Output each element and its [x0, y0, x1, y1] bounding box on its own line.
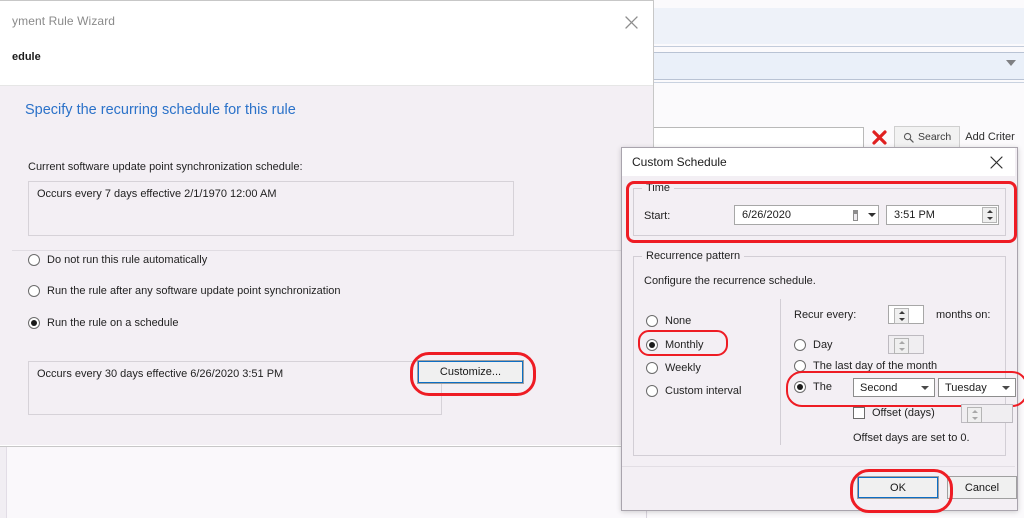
- wizard-title: yment Rule Wizard: [12, 14, 116, 28]
- recurrence-description: Configure the recurrence schedule.: [644, 275, 816, 287]
- radio-icon: [28, 285, 40, 297]
- wizard-body: Specify the recurring schedule for this …: [0, 86, 653, 445]
- radio-icon-selected: [28, 317, 40, 329]
- radio-label: The: [813, 381, 832, 393]
- radio-icon: [646, 362, 658, 374]
- weekday-value: Tuesday: [945, 381, 987, 394]
- start-time-value: 3:51 PM: [894, 209, 935, 221]
- radio-icon: [794, 360, 806, 372]
- radio-do-not-run[interactable]: Do not run this rule automatically: [28, 254, 207, 266]
- wizard-section-divider: [12, 250, 653, 251]
- ok-button-label: OK: [890, 481, 906, 494]
- time-group: Time Start: 6/26/2020 3:51 PM: [633, 182, 1006, 236]
- radio-day-of-month[interactable]: Day: [794, 339, 833, 351]
- close-icon[interactable]: [983, 152, 1009, 172]
- checkbox-icon: [853, 407, 865, 419]
- schedule-summary-box: Occurs every 30 days effective 6/26/2020…: [28, 361, 442, 415]
- background-ribbon-strip: [652, 8, 1024, 44]
- page-title: Specify the recurring schedule for this …: [25, 102, 296, 118]
- radio-label: The last day of the month: [813, 360, 938, 372]
- radio-the-nth-weekday[interactable]: The: [794, 381, 832, 393]
- background-tab-row[interactable]: [652, 52, 1024, 80]
- radio-run-after-sync[interactable]: Run the rule after any software update p…: [28, 285, 341, 297]
- search-button[interactable]: Search: [894, 126, 961, 148]
- radio-label: Do not run this rule automatically: [47, 254, 208, 266]
- customize-button[interactable]: Customize...: [417, 360, 524, 384]
- custom-schedule-title: Custom Schedule: [632, 155, 727, 169]
- background-hairline-top: [652, 46, 1024, 47]
- magnifier-icon: [903, 132, 914, 143]
- ordinal-value: Second: [860, 381, 898, 394]
- radio-icon: [646, 385, 658, 397]
- radio-label: None: [665, 315, 692, 327]
- date-picker-button[interactable]: [846, 207, 876, 223]
- recur-every-label: Recur every:: [794, 309, 857, 321]
- start-time-input[interactable]: 3:51 PM: [886, 205, 999, 225]
- radio-label: Day: [813, 339, 833, 351]
- custom-schedule-title-bar: Custom Schedule: [622, 148, 1015, 176]
- radio-run-on-schedule[interactable]: Run the rule on a schedule: [28, 317, 178, 329]
- close-icon[interactable]: [617, 11, 645, 33]
- start-label: Start:: [644, 210, 671, 222]
- radio-pattern-monthly[interactable]: Monthly: [646, 339, 704, 351]
- offset-checkbox-label: Offset (days): [872, 407, 935, 419]
- customize-button-label: Customize...: [439, 366, 502, 378]
- ordinal-dropdown[interactable]: Second: [853, 378, 935, 397]
- background-hairline-bottom: [652, 82, 1024, 83]
- radio-label: Run the rule after any software update p…: [47, 285, 341, 297]
- custom-schedule-dialog: Custom Schedule Time Start: 6/26/2020 3:…: [621, 147, 1024, 513]
- radio-icon-selected: [646, 339, 658, 351]
- offset-days-input[interactable]: 0: [961, 404, 1013, 423]
- start-date-value: 6/26/2020: [742, 209, 791, 221]
- chevron-down-icon[interactable]: [1006, 60, 1016, 66]
- day-of-month-spinner[interactable]: [894, 338, 909, 354]
- chevron-down-icon: [868, 213, 876, 217]
- current-schedule-label: Current software update point synchroniz…: [28, 161, 303, 173]
- time-spinner[interactable]: [982, 207, 997, 223]
- chevron-down-icon: [1002, 385, 1010, 390]
- radio-label: Custom interval: [665, 385, 742, 397]
- radio-last-day-of-month[interactable]: The last day of the month: [794, 360, 937, 372]
- deployment-rule-wizard-dialog: yment Rule Wizard edule Specify the recu…: [0, 0, 654, 447]
- start-date-input[interactable]: 6/26/2020: [734, 205, 879, 225]
- radio-pattern-custom-interval[interactable]: Custom interval: [646, 385, 741, 397]
- chevron-down-icon: [921, 385, 929, 390]
- current-schedule-box: Occurs every 7 days effective 2/1/1970 1…: [28, 181, 514, 236]
- radio-label: Monthly: [665, 339, 704, 351]
- cancel-button[interactable]: Cancel: [947, 476, 1017, 499]
- radio-label: Run the rule on a schedule: [47, 317, 179, 329]
- radio-pattern-weekly[interactable]: Weekly: [646, 362, 701, 374]
- offset-checkbox-row[interactable]: Offset (days): [853, 407, 935, 419]
- radio-pattern-none[interactable]: None: [646, 315, 691, 327]
- radio-icon: [646, 315, 658, 327]
- time-group-label: Time: [642, 182, 675, 194]
- recurrence-pattern-group: Recurrence pattern Configure the recurre…: [633, 250, 1024, 456]
- current-schedule-value: Occurs every 7 days effective 2/1/1970 1…: [37, 188, 277, 200]
- wizard-title-bar: yment Rule Wizard: [0, 7, 653, 29]
- recur-every-input[interactable]: 1: [888, 305, 924, 324]
- schedule-summary-value: Occurs every 30 days effective 6/26/2020…: [37, 368, 284, 380]
- radio-label: Weekly: [665, 362, 701, 374]
- offset-days-spinner[interactable]: [967, 407, 982, 423]
- offset-note: Offset days are set to 0.: [853, 432, 970, 444]
- search-input[interactable]: [652, 126, 864, 148]
- day-of-month-input[interactable]: 1: [888, 335, 924, 354]
- months-on-label: months on:: [936, 309, 991, 321]
- ok-button[interactable]: OK: [857, 476, 939, 499]
- search-button-label: Search: [918, 131, 952, 143]
- radio-icon: [794, 339, 806, 351]
- recurrence-group-label: Recurrence pattern: [642, 250, 745, 262]
- radio-icon-selected: [794, 381, 806, 393]
- recur-every-spinner[interactable]: [894, 308, 909, 324]
- cancel-button-label: Cancel: [964, 481, 1000, 494]
- calendar-icon: [853, 209, 858, 221]
- clear-search-icon[interactable]: [869, 127, 889, 147]
- add-criteria-label[interactable]: Add Criter: [965, 131, 1015, 143]
- radio-icon: [28, 254, 40, 266]
- recurrence-column-divider: [780, 299, 781, 445]
- weekday-dropdown[interactable]: Tuesday: [938, 378, 1016, 397]
- footer-divider: [622, 466, 1015, 467]
- wizard-page-name: edule: [12, 51, 41, 63]
